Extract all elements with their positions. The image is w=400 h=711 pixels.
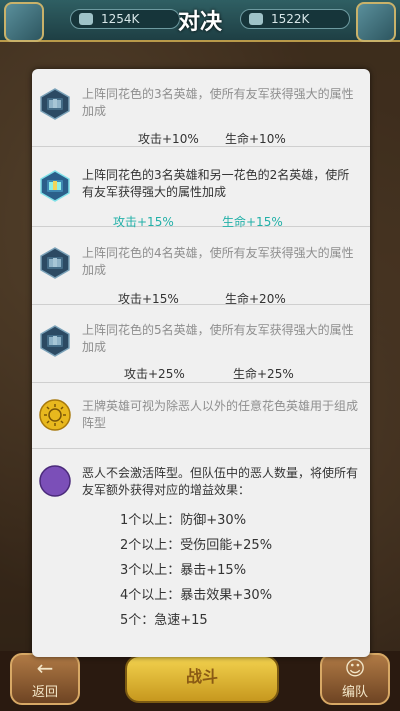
bonus-description: 上阵同花色的4名英雄，使所有友军获得强大的属性加成	[82, 246, 354, 277]
card-suit-icon	[40, 88, 70, 120]
bonus-row: 上阵同花色的4名英雄，使所有友军获得强大的属性加成 攻击+15% 生命+20%	[32, 227, 370, 306]
team-emblem-right-icon	[356, 2, 396, 42]
bonus-attack: 攻击+10%	[138, 132, 199, 146]
bonus-row: 上阵同花色的3名英雄，使所有友军获得强大的属性加成 攻击+10% 生命+10%	[32, 69, 370, 147]
villain-row: 恶人不会激活阵型。但队伍中的恶人数量，将使所有友军额外获得对应的增益效果： 1个…	[32, 449, 370, 657]
back-button[interactable]: ← 返回	[10, 653, 80, 705]
score-right: 1522K	[240, 9, 350, 29]
villain-bonus-item: 3个以上：暴击+15%	[120, 563, 247, 578]
king-card-description: 王牌英雄可视为除恶人以外的任意花色英雄用于组成阵型	[82, 399, 359, 430]
formation-bonus-popup: 上阵同花色的3名英雄，使所有友军获得强大的属性加成 攻击+10% 生命+10% …	[32, 69, 370, 657]
team-label: 编队	[341, 685, 368, 700]
bonus-row: 上阵同花色的5名英雄，使所有友军获得强大的属性加成 攻击+25% 生命+25%	[32, 305, 370, 383]
sun-coin-icon	[39, 399, 71, 431]
score-right-value: 1522K	[271, 12, 310, 26]
bonus-description: 上阵同花色的3名英雄，使所有友军获得强大的属性加成	[82, 87, 354, 118]
villain-bonus-item: 1个以上：防御+30%	[120, 513, 247, 528]
score-left: 1254K	[70, 9, 180, 29]
power-icon	[249, 13, 263, 25]
card-suit-icon	[40, 170, 70, 202]
moon-coin-icon	[39, 465, 71, 497]
bottom-bar: ← 返回 战斗 ☺ 编队	[0, 651, 400, 711]
villain-bonus-item: 4个以上：暴击效果+30%	[120, 588, 273, 603]
bonus-description: 上阵同花色的5名英雄，使所有友军获得强大的属性加成	[82, 323, 354, 354]
villain-bonus-item: 2个以上：受伤回能+25%	[120, 538, 273, 553]
top-bar: 1254K 对决 1522K	[0, 0, 400, 42]
card-suit-icon	[40, 247, 70, 279]
back-arrow-icon: ←	[36, 656, 54, 680]
bonus-hp: 生命+10%	[225, 132, 286, 146]
card-suit-icon	[40, 325, 70, 357]
bonus-hp: 生命+25%	[233, 367, 294, 381]
bonus-description: 上阵同花色的3名英雄和另一花色的2名英雄，使所有友军获得强大的属性加成	[82, 168, 350, 199]
bonus-attack: 攻击+25%	[124, 367, 185, 381]
villain-description: 恶人不会激活阵型。但队伍中的恶人数量，将使所有友军额外获得对应的增益效果：	[82, 466, 359, 497]
back-label: 返回	[31, 685, 58, 700]
bonus-row-active: 上阵同花色的3名英雄和另一花色的2名英雄，使所有友军获得强大的属性加成 攻击+1…	[32, 147, 370, 229]
score-left-value: 1254K	[101, 12, 140, 26]
team-icon: ☺	[344, 656, 366, 680]
villain-bonus-item: 5个：急速+15	[120, 613, 208, 628]
king-card-row: 王牌英雄可视为除恶人以外的任意花色英雄用于组成阵型	[32, 383, 370, 449]
team-emblem-left-icon	[4, 2, 44, 42]
fight-button[interactable]: 战斗	[125, 655, 279, 703]
team-button[interactable]: ☺ 编队	[320, 653, 390, 705]
power-icon	[79, 13, 93, 25]
page-title: 对决	[177, 10, 222, 35]
